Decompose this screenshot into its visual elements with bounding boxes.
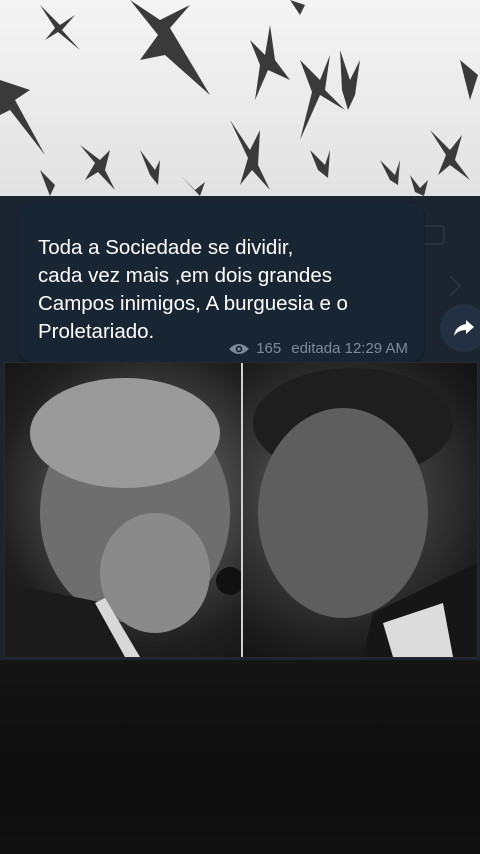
forward-button[interactable] bbox=[440, 304, 480, 352]
left-portrait-shapes bbox=[5, 378, 244, 657]
eye-icon bbox=[229, 343, 250, 354]
screen: Toda a Sociedade se dividir, cada vez ma… bbox=[0, 0, 480, 854]
photo-left-portrait bbox=[5, 363, 244, 657]
message-photo[interactable] bbox=[4, 362, 478, 658]
bottom-dark-area bbox=[0, 660, 480, 854]
message-meta: 165 editada 12:29 AM bbox=[228, 340, 408, 357]
chat-area: Toda a Sociedade se dividir, cada vez ma… bbox=[0, 196, 480, 660]
message-text: Toda a Sociedade se dividir, cada vez ma… bbox=[38, 236, 348, 343]
edited-timestamp: editada 12:29 AM bbox=[291, 340, 408, 357]
right-portrait-shapes bbox=[253, 368, 477, 657]
photo-right-portrait bbox=[243, 363, 477, 657]
message-bubble[interactable]: Toda a Sociedade se dividir, cada vez ma… bbox=[18, 202, 424, 362]
birds-photo bbox=[0, 0, 480, 196]
share-arrow-icon bbox=[454, 320, 474, 336]
view-count: 165 bbox=[256, 340, 282, 357]
birds-silhouettes bbox=[0, 0, 478, 196]
